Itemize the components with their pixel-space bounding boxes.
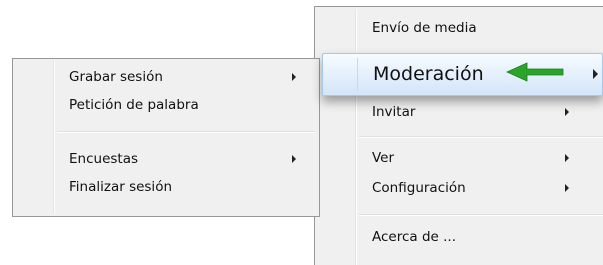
menu-item-label: Finalizar sesión [69, 179, 173, 195]
menu-item-label: Ver [372, 150, 395, 166]
chevron-right-icon [292, 73, 296, 81]
chevron-right-icon [292, 155, 296, 163]
menu-item-label: Encuestas [69, 151, 139, 167]
chevron-right-icon [565, 184, 569, 192]
menu-separator [359, 214, 603, 216]
menu-item-grabar-sesion[interactable]: Grabar sesión [13, 63, 319, 91]
main-context-menu: Envío de media Moderación Invitar Ver Co… [314, 6, 603, 265]
menu-item-label: Petición de palabra [69, 97, 199, 113]
chevron-right-icon [593, 69, 598, 79]
menu-item-label: Acerca de ... [372, 229, 457, 245]
menu-item-acerca-de[interactable]: Acerca de ... [315, 223, 603, 251]
menu-item-ver[interactable]: Ver [315, 144, 603, 172]
menu-item-label: Grabar sesión [69, 69, 163, 85]
chevron-right-icon [565, 154, 569, 162]
menu-item-peticion-de-palabra[interactable]: Petición de palabra [13, 91, 319, 119]
menu-item-envio-de-media[interactable]: Envío de media [315, 14, 603, 42]
menu-item-label: Invitar [372, 104, 416, 120]
menu-item-configuracion[interactable]: Configuración [315, 174, 603, 202]
menu-separator [57, 131, 315, 133]
menu-item-label: Moderación [373, 63, 484, 85]
menu-item-invitar[interactable]: Invitar [315, 98, 603, 126]
menu-item-label: Envío de media [372, 20, 477, 36]
menu-item-label: Configuración [372, 180, 466, 196]
green-arrow-icon [506, 62, 564, 82]
menu-item-finalizar-sesion[interactable]: Finalizar sesión [13, 173, 319, 201]
context-menu-stage: Envío de media Moderación Invitar Ver Co… [0, 0, 603, 265]
menu-separator [359, 136, 603, 138]
chevron-right-icon [565, 108, 569, 116]
session-submenu: Grabar sesión Petición de palabra Encues… [12, 58, 320, 217]
menu-item-encuestas[interactable]: Encuestas [13, 145, 319, 173]
menu-gutter-divider [357, 58, 358, 91]
